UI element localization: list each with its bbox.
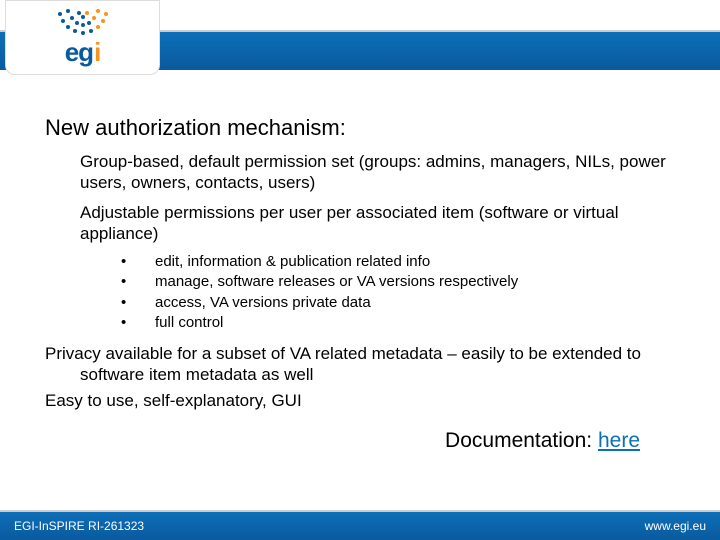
paragraph-privacy: Privacy available for a subset of VA rel… [45, 343, 675, 386]
list-item: •manage, software releases or VA version… [115, 272, 675, 292]
slide-title: Auth.Z & Privacy (2) [180, 69, 395, 97]
bullet-icon: • [115, 313, 155, 333]
logo-dots-icon [33, 7, 133, 35]
list-item: •access, VA versions private data [115, 293, 675, 313]
paragraph-easy: Easy to use, self-explanatory, GUI [45, 390, 675, 411]
paragraph-group-based: Group-based, default permission set (gro… [80, 151, 675, 194]
footer-left: EGI-InSPIRE RI-261323 [14, 519, 144, 533]
logo-text: egi [65, 37, 101, 68]
list-item: •full control [115, 313, 675, 333]
footer-right: www.egi.eu [645, 519, 706, 533]
slide-footer: EGI-InSPIRE RI-261323 www.egi.eu [0, 512, 720, 540]
paragraph-adjustable: Adjustable permissions per user per asso… [80, 202, 675, 245]
documentation-link[interactable]: here [598, 429, 640, 452]
bullet-text: manage, software releases or VA versions… [155, 272, 518, 292]
bullet-icon: • [115, 272, 155, 292]
list-item: •edit, information & publication related… [115, 252, 675, 272]
documentation-line: Documentation: here [45, 429, 675, 453]
bullet-text: access, VA versions private data [155, 293, 371, 313]
egi-logo: egi [5, 0, 160, 75]
bullet-list: •edit, information & publication related… [115, 252, 675, 333]
slide-header: Auth.Z & Privacy (2) egi [0, 0, 720, 75]
slide-body: New authorization mechanism: Group-based… [0, 75, 720, 463]
bullet-text: edit, information & publication related … [155, 252, 430, 272]
bullet-icon: • [115, 252, 155, 272]
section-heading: New authorization mechanism: [45, 115, 675, 141]
doc-label: Documentation: [445, 429, 598, 452]
bullet-text: full control [155, 313, 223, 333]
bullet-icon: • [115, 293, 155, 313]
